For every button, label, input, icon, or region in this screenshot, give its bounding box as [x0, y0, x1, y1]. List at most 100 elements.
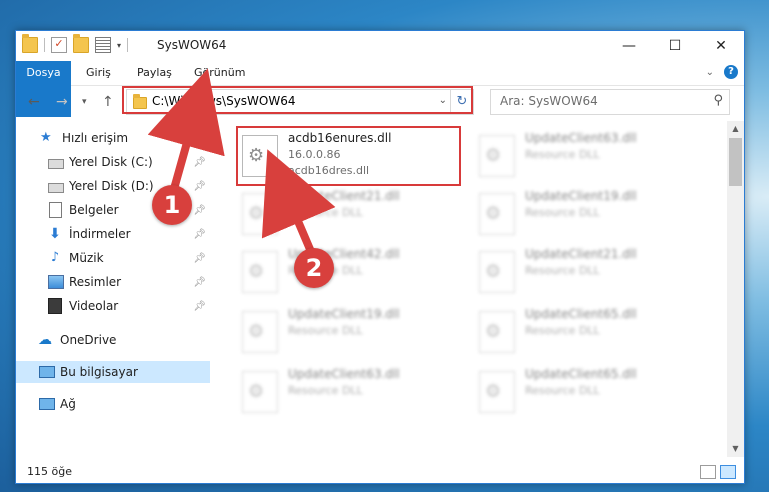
- annotation-highlight-address: [122, 86, 473, 114]
- music-icon: ♪: [50, 250, 60, 265]
- details-view-icon[interactable]: [700, 465, 716, 479]
- new-folder-icon[interactable]: [73, 34, 89, 53]
- sidebar-item-quick-access[interactable]: ★ Hızlı erişim: [16, 127, 210, 149]
- file-description: Resource DLL: [525, 324, 600, 337]
- file-name: UpdateClient63.dll: [288, 367, 400, 381]
- customize-toolbar-dropdown-icon[interactable]: ▾: [117, 41, 121, 50]
- sidebar-item-disk-c[interactable]: Yerel Disk (C:) 📌︎: [16, 151, 210, 173]
- scroll-down-icon[interactable]: ▼: [727, 441, 744, 457]
- pin-icon[interactable]: 📌︎: [193, 253, 206, 264]
- sidebar-item-label: Videolar: [69, 299, 119, 313]
- star-icon: ★: [40, 130, 52, 145]
- sidebar-item-label: İndirmeler: [69, 227, 131, 241]
- properties-icon[interactable]: [95, 37, 111, 53]
- scroll-up-icon[interactable]: ▲: [727, 121, 744, 137]
- sidebar-item-label: Ağ: [60, 397, 76, 411]
- sidebar-item-label: Belgeler: [69, 203, 119, 217]
- sidebar-item-label: Yerel Disk (C:): [69, 155, 153, 169]
- separator: [127, 38, 129, 52]
- cloud-icon: ☁: [38, 332, 52, 348]
- dll-file-icon: [479, 135, 515, 177]
- pin-icon[interactable]: 📌︎: [193, 181, 206, 192]
- separator: [44, 38, 45, 52]
- sidebar-item-network[interactable]: Ağ: [16, 393, 210, 415]
- maximize-button[interactable]: ☐: [652, 31, 698, 61]
- file-item[interactable]: UpdateClient63.dll Resource DLL: [236, 363, 456, 419]
- file-item[interactable]: UpdateClient19.dll Resource DLL: [236, 303, 456, 359]
- sidebar-item-label: Resimler: [69, 275, 122, 289]
- navigation-row: ← → ▾ ↑ C:\Windows\SysWOW64 ⌄ ↻ Ara: Sys…: [16, 86, 744, 118]
- close-button[interactable]: ✕: [698, 31, 744, 61]
- help-icon[interactable]: ?: [724, 65, 738, 79]
- recent-locations-chevron-icon[interactable]: ▾: [82, 97, 87, 107]
- up-arrow-icon[interactable]: ↑: [102, 94, 114, 110]
- tab-gorunum[interactable]: Görünüm: [194, 61, 245, 85]
- file-item[interactable]: UpdateClient19.dll Resource DLL: [473, 185, 693, 241]
- file-description: Resource DLL: [288, 384, 363, 397]
- pin-icon[interactable]: 📌︎: [193, 229, 206, 240]
- file-description: Resource DLL: [525, 384, 600, 397]
- ribbon-tabs: Dosya Giriş Paylaş Görünüm ⌄ ?: [16, 61, 744, 117]
- search-box[interactable]: Ara: SysWOW64 ⚲: [490, 89, 730, 115]
- sidebar-item-onedrive[interactable]: ☁ OneDrive: [16, 329, 210, 351]
- disk-icon: [48, 182, 64, 193]
- file-item[interactable]: UpdateClient42.dll Resource DLL: [236, 243, 456, 299]
- sidebar-item-pictures[interactable]: Resimler 📌︎: [16, 271, 210, 293]
- back-arrow-icon[interactable]: ←: [28, 94, 40, 110]
- file-item[interactable]: UpdateClient21.dll Resource DLL: [236, 185, 456, 241]
- sidebar-item-music[interactable]: ♪ Müzik 📌︎: [16, 247, 210, 269]
- computer-icon: [39, 366, 55, 378]
- navigation-pane: ★ Hızlı erişim Yerel Disk (C:) 📌︎ Yerel …: [16, 121, 210, 461]
- sidebar-item-label: Bu bilgisayar: [60, 365, 138, 379]
- sidebar-item-this-pc[interactable]: Bu bilgisayar: [16, 361, 210, 383]
- disk-icon: [48, 158, 64, 169]
- dll-file-icon: [242, 193, 278, 235]
- sidebar-item-label: Yerel Disk (D:): [69, 179, 154, 193]
- document-icon: [49, 202, 62, 218]
- ribbon-right-controls: ⌄ ?: [706, 65, 738, 79]
- file-description: Resource DLL: [525, 148, 600, 161]
- sidebar-item-label: Hızlı erişim: [62, 131, 129, 145]
- file-description: Resource DLL: [288, 324, 363, 337]
- forward-arrow-icon[interactable]: →: [56, 94, 68, 110]
- download-icon: ⬇: [49, 226, 61, 242]
- file-description: Resource DLL: [525, 206, 600, 219]
- network-icon: [39, 398, 55, 410]
- view-toggle: [700, 465, 736, 479]
- vertical-scrollbar[interactable]: ▲ ▼: [727, 121, 744, 457]
- status-bar: 115 öğe: [16, 461, 744, 483]
- sidebar-item-downloads[interactable]: ⬇ İndirmeler 📌︎: [16, 223, 210, 245]
- file-name: UpdateClient19.dll: [525, 189, 637, 203]
- file-item[interactable]: UpdateClient65.dll Resource DLL: [473, 363, 693, 419]
- file-description: Resource DLL: [288, 206, 363, 219]
- pin-icon[interactable]: 📌︎: [193, 301, 206, 312]
- file-name: UpdateClient65.dll: [525, 307, 637, 321]
- search-icon[interactable]: ⚲: [713, 93, 723, 108]
- pictures-icon: [48, 275, 64, 289]
- large-icons-view-icon[interactable]: [720, 465, 736, 479]
- tab-paylas[interactable]: Paylaş: [137, 61, 172, 85]
- dll-file-icon: [479, 371, 515, 413]
- scrollbar-thumb[interactable]: [729, 138, 742, 186]
- search-input[interactable]: Ara: SysWOW64: [500, 94, 598, 108]
- minimize-button[interactable]: —: [606, 31, 652, 61]
- properties-check-icon[interactable]: ✓: [51, 37, 67, 53]
- pin-icon[interactable]: 📌︎: [193, 157, 206, 168]
- annotation-highlight-file: [236, 126, 461, 186]
- dll-file-icon: [242, 371, 278, 413]
- pin-icon[interactable]: 📌︎: [193, 277, 206, 288]
- expand-ribbon-chevron-icon[interactable]: ⌄: [706, 67, 714, 78]
- dll-file-icon: [479, 251, 515, 293]
- tab-giris[interactable]: Giriş: [86, 61, 111, 85]
- sidebar-item-videos[interactable]: Videolar 📌︎: [16, 295, 210, 317]
- folder-icon: [22, 34, 38, 53]
- file-item[interactable]: UpdateClient65.dll Resource DLL: [473, 303, 693, 359]
- file-item[interactable]: UpdateClient21.dll Resource DLL: [473, 243, 693, 299]
- file-item[interactable]: UpdateClient63.dll Resource DLL: [473, 127, 693, 183]
- file-name: UpdateClient65.dll: [525, 367, 637, 381]
- pin-icon[interactable]: 📌︎: [193, 205, 206, 216]
- file-name: UpdateClient21.dll: [525, 247, 637, 261]
- file-name: UpdateClient19.dll: [288, 307, 400, 321]
- quick-access-toolbar: ✓ ▾: [22, 34, 129, 53]
- window-title: SysWOW64: [157, 38, 227, 52]
